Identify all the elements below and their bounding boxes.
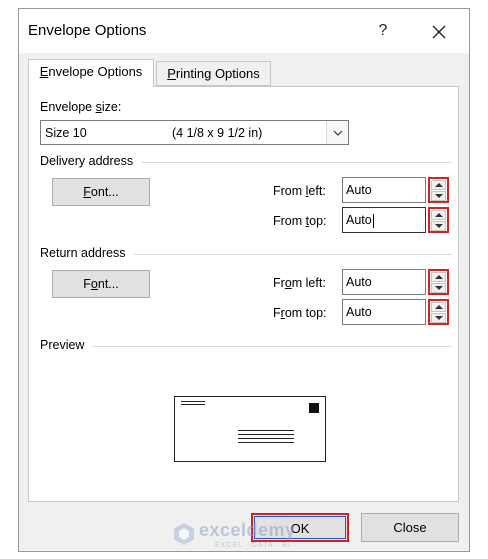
arrow-down-icon	[435, 316, 443, 320]
delivery-address-line	[238, 434, 294, 435]
help-button[interactable]: ?	[363, 15, 403, 47]
return-from-left-input[interactable]: Auto	[342, 269, 426, 295]
delivery-group-divider	[142, 162, 452, 163]
brand-logo-icon	[174, 523, 194, 545]
close-window-button[interactable]	[417, 15, 461, 47]
return-from-left-spinner[interactable]	[428, 269, 449, 295]
text-caret	[372, 213, 374, 228]
spin-down-button[interactable]	[431, 191, 446, 201]
return-font-button[interactable]: Font...	[52, 270, 150, 298]
return-from-top-label: From top:	[273, 306, 327, 320]
arrow-up-icon	[435, 213, 443, 217]
return-group-divider	[134, 254, 452, 255]
delivery-from-left-input[interactable]: Auto	[342, 177, 426, 203]
delivery-from-top-label: From top:	[273, 214, 327, 228]
return-from-top-input[interactable]: Auto	[342, 299, 426, 325]
delivery-from-top-spinner[interactable]	[428, 207, 449, 233]
envelope-size-select[interactable]: Size 10 (4 1/8 x 9 1/2 in)	[40, 120, 349, 145]
envelope-size-label: Envelope size:	[40, 100, 122, 114]
ok-button[interactable]: OK	[251, 513, 349, 542]
arrow-down-icon	[435, 194, 443, 198]
preview-heading: Preview	[40, 338, 85, 352]
return-address-heading: Return address	[40, 246, 126, 260]
delivery-address-line	[238, 438, 294, 439]
delivery-from-top-input[interactable]: Auto	[342, 207, 426, 233]
return-address-line	[181, 401, 205, 402]
return-from-top-spinner[interactable]	[428, 299, 449, 325]
close-button[interactable]: Close	[361, 513, 459, 542]
spin-down-button[interactable]	[431, 313, 446, 323]
spin-down-button[interactable]	[431, 283, 446, 293]
envelope-preview	[174, 396, 326, 462]
spin-up-button[interactable]	[431, 210, 446, 220]
arrow-down-icon	[435, 286, 443, 290]
delivery-font-button[interactable]: Font...	[52, 178, 150, 206]
envelope-size-value: Size 10	[45, 126, 87, 140]
dialog-title: Envelope Options	[28, 22, 147, 39]
spin-up-button[interactable]	[431, 180, 446, 190]
envelope-options-panel: Envelope size: Size 10 (4 1/8 x 9 1/2 in…	[28, 86, 459, 502]
arrow-up-icon	[435, 275, 443, 279]
spin-up-button[interactable]	[431, 272, 446, 282]
envelope-size-dimensions: (4 1/8 x 9 1/2 in)	[172, 126, 263, 140]
delivery-address-line	[238, 430, 294, 431]
arrow-up-icon	[435, 183, 443, 187]
tab-envelope-options[interactable]: Envelope Options	[28, 59, 154, 87]
tab-printing-options[interactable]: Printing Options	[156, 61, 271, 86]
arrow-up-icon	[435, 305, 443, 309]
spin-up-button[interactable]	[431, 302, 446, 312]
envelope-options-dialog: Envelope Options ? Envelope Options Prin…	[18, 8, 470, 552]
arrow-down-icon	[435, 224, 443, 228]
stamp-icon	[309, 403, 319, 413]
chevron-down-icon[interactable]	[326, 121, 348, 144]
close-icon	[432, 25, 446, 39]
return-from-left-label: From left:	[273, 276, 326, 290]
spin-down-button[interactable]	[431, 221, 446, 231]
delivery-address-line	[238, 442, 294, 443]
return-address-line	[181, 404, 205, 405]
delivery-address-heading: Delivery address	[40, 154, 134, 168]
title-bar: Envelope Options ?	[19, 9, 469, 53]
preview-group-divider	[92, 346, 452, 347]
watermark-tagline: EXCEL · DATA · BI	[215, 542, 291, 549]
delivery-from-left-label: From left:	[273, 184, 326, 198]
delivery-from-left-spinner[interactable]	[428, 177, 449, 203]
